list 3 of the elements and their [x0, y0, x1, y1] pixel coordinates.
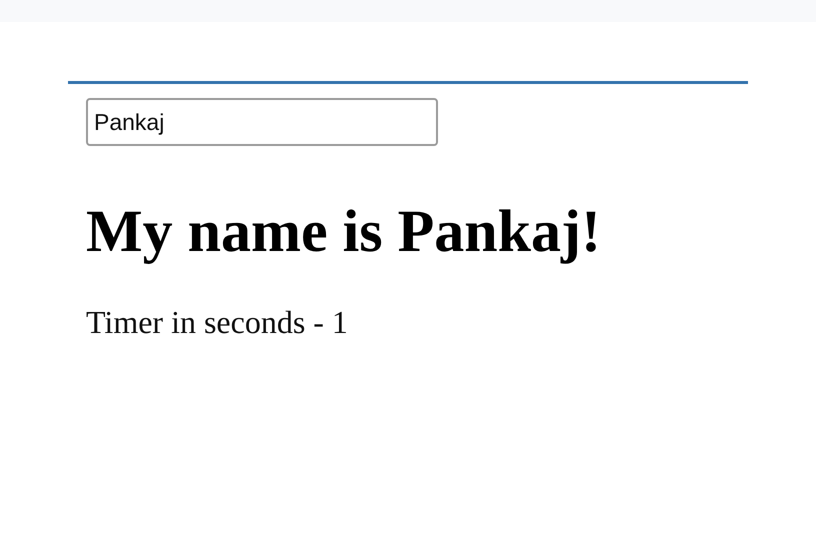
greeting-heading: My name is Pankaj! — [86, 198, 601, 264]
timer-text: Timer in seconds - 1 — [86, 304, 348, 341]
name-field[interactable]: Pankaj — [86, 98, 438, 146]
